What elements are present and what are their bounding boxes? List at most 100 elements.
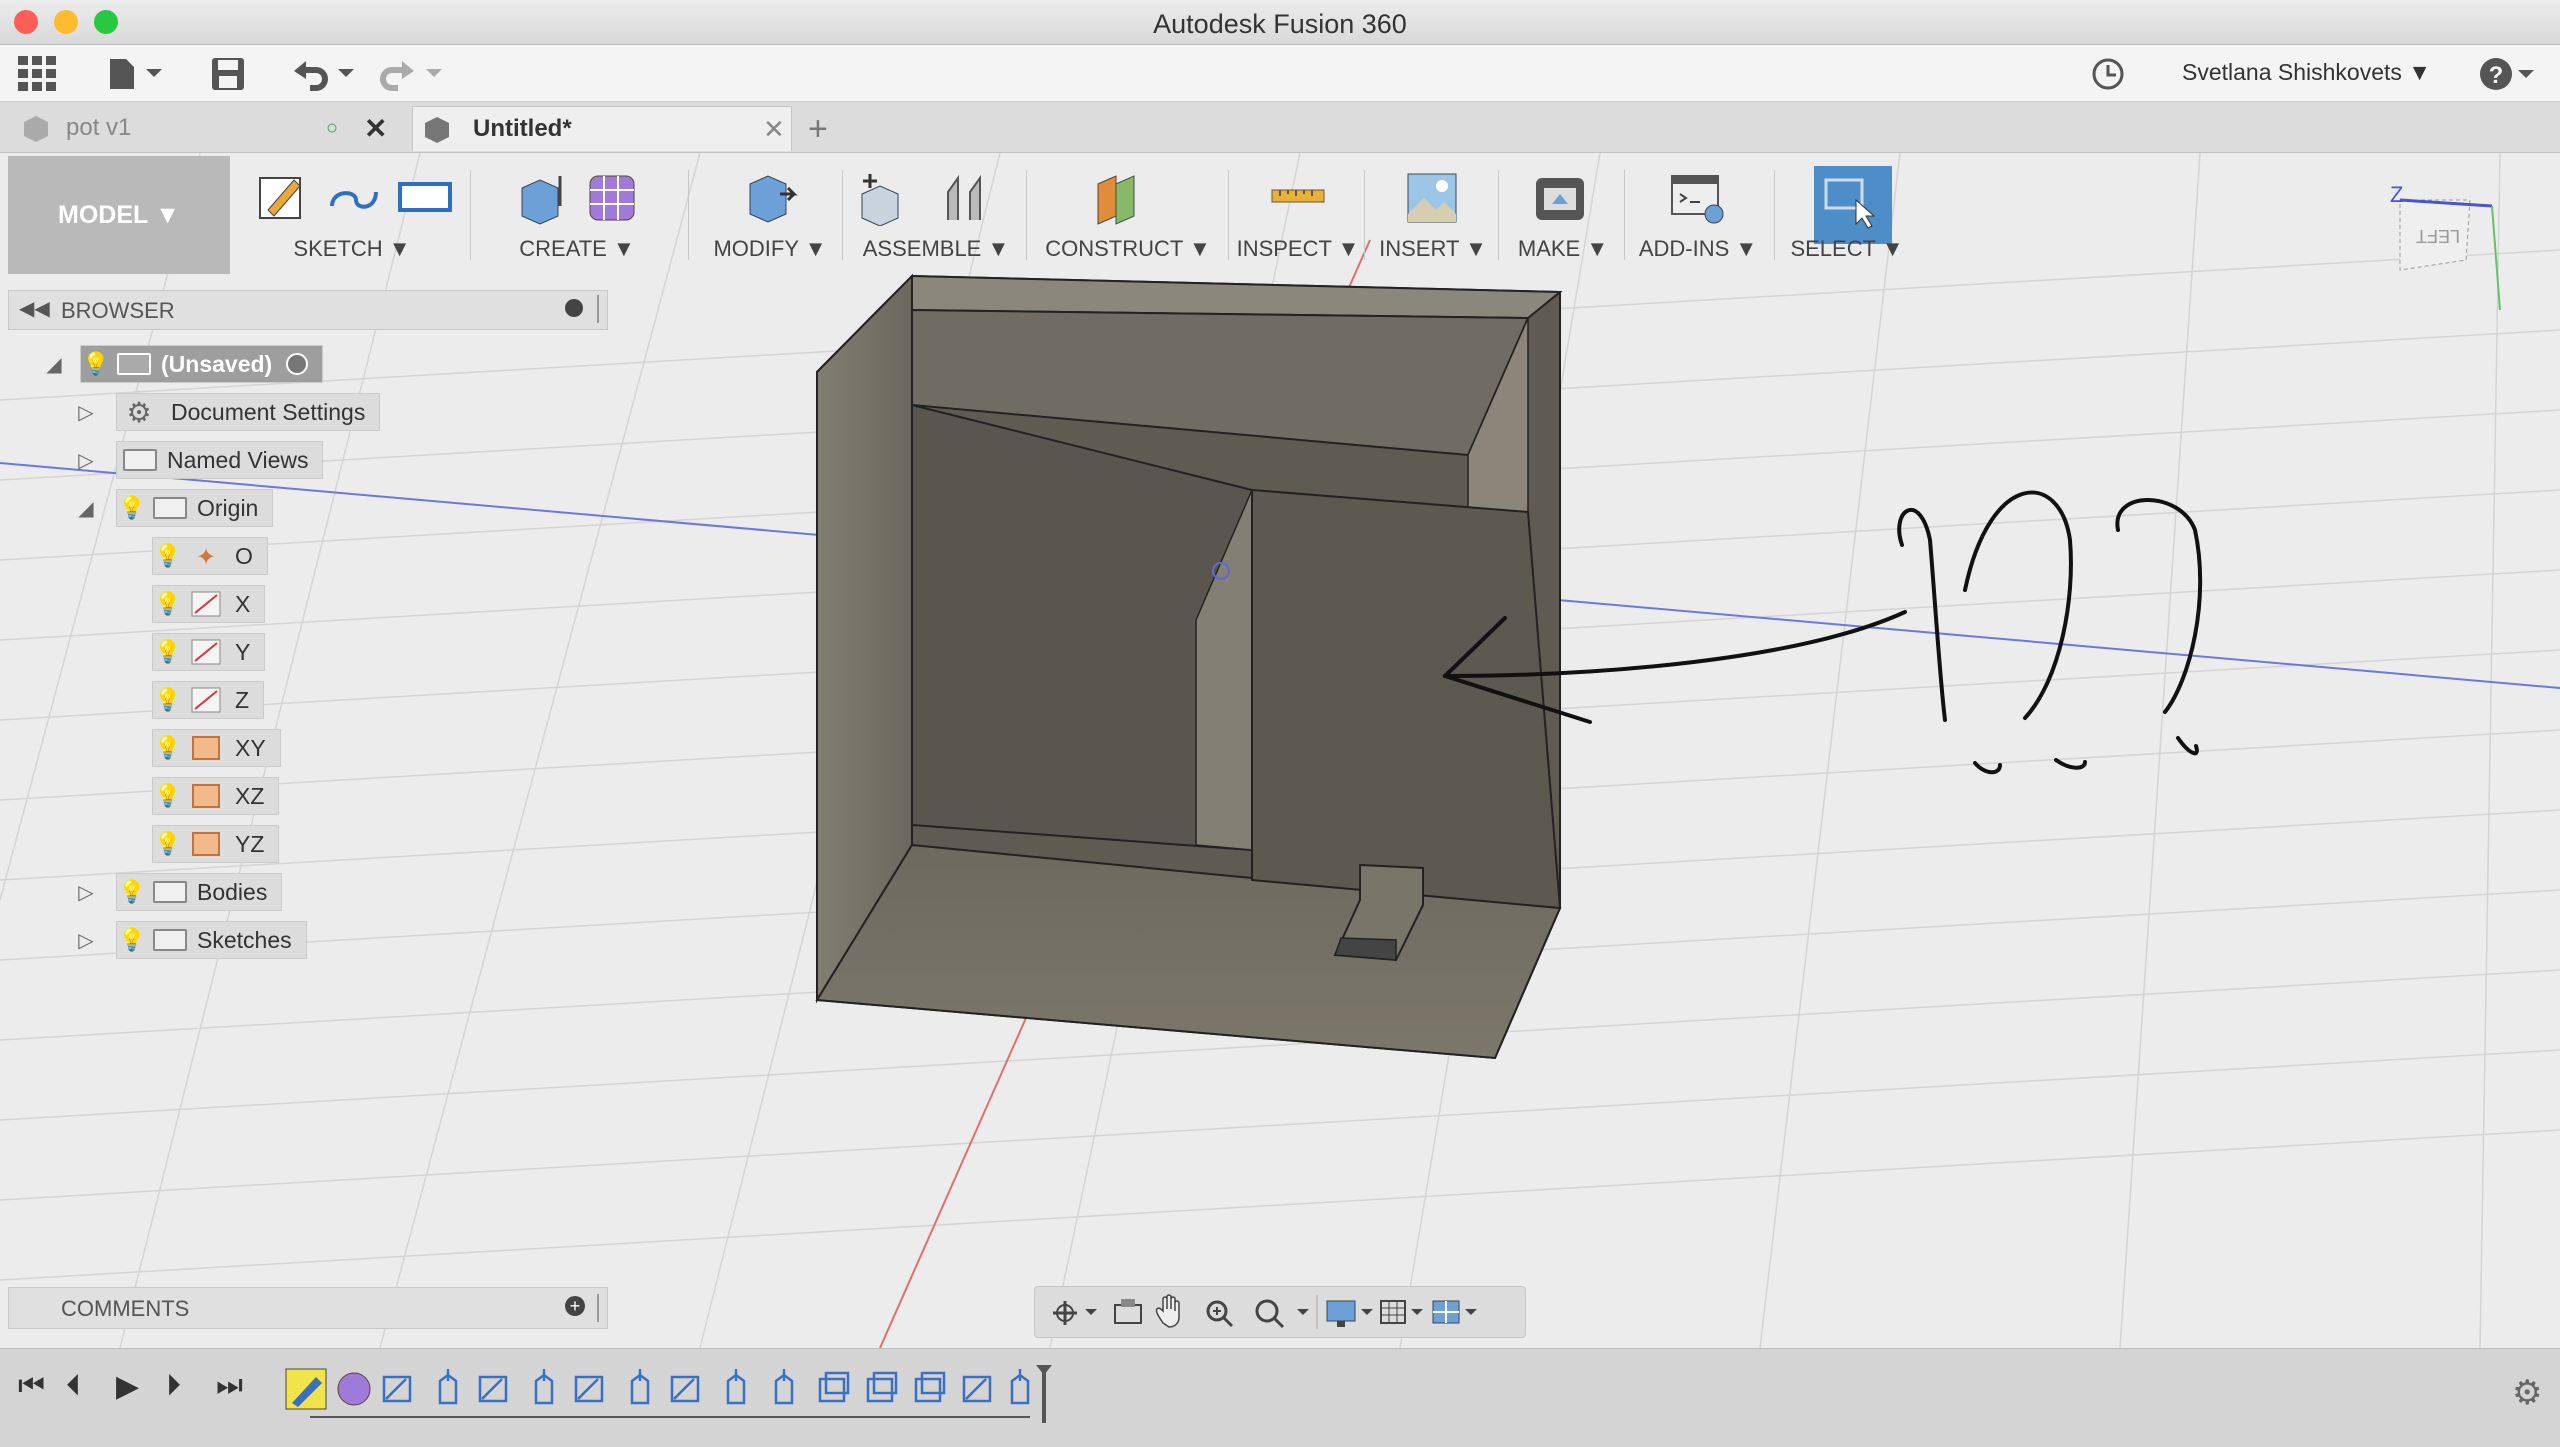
- bodies-node[interactable]: 💡 Bodies: [116, 873, 283, 911]
- tree-item-y-axis[interactable]: 💡 Y: [152, 633, 266, 671]
- visibility-bulb-icon[interactable]: 💡: [153, 783, 183, 809]
- tree-item-document-settings[interactable]: ▷ ⚙ Document Settings: [72, 393, 381, 431]
- expand-icon[interactable]: ▷: [72, 928, 100, 953]
- origin-point-node[interactable]: 💡 ✦ O: [152, 537, 268, 575]
- file-menu-icon[interactable]: [106, 57, 166, 91]
- insert-image-icon[interactable]: [1404, 170, 1460, 226]
- tree-item-z-axis[interactable]: 💡 Z: [152, 681, 265, 719]
- make-menu[interactable]: MAKE ▼: [1504, 236, 1622, 262]
- select-menu[interactable]: SELECT ▼: [1780, 236, 1914, 262]
- insert-group[interactable]: INSERT ▼: [1370, 156, 1496, 274]
- close-tab-icon[interactable]: ✕: [763, 114, 785, 145]
- extrude-icon[interactable]: [514, 170, 570, 226]
- visibility-bulb-icon[interactable]: 💡: [153, 543, 183, 569]
- origin-node[interactable]: 💡 Origin: [116, 489, 274, 527]
- undo-icon[interactable]: [290, 57, 360, 91]
- document-settings-node[interactable]: ⚙ Document Settings: [116, 393, 381, 431]
- timeline-features[interactable]: [280, 1363, 1080, 1433]
- panel-resize-handle[interactable]: [597, 295, 599, 323]
- x-axis-node[interactable]: 💡 X: [152, 585, 266, 623]
- workspace-switcher[interactable]: MODEL ▼: [8, 156, 230, 274]
- create-group[interactable]: CREATE ▼: [474, 156, 680, 274]
- scripts-icon[interactable]: [1670, 170, 1726, 226]
- line-icon[interactable]: [326, 170, 382, 226]
- add-ins-menu[interactable]: ADD-INS ▼: [1630, 236, 1766, 262]
- 3d-print-icon[interactable]: [1532, 170, 1588, 226]
- save-icon[interactable]: [210, 57, 246, 91]
- add-ins-group[interactable]: ADD-INS ▼: [1630, 156, 1766, 274]
- create-menu[interactable]: CREATE ▼: [474, 236, 680, 262]
- inspect-group[interactable]: INSPECT ▼: [1234, 156, 1362, 274]
- assemble-menu[interactable]: ASSEMBLE ▼: [848, 236, 1024, 262]
- data-panel-grid-icon[interactable]: [18, 56, 58, 91]
- close-tab-icon[interactable]: ✕: [364, 112, 387, 145]
- visibility-bulb-icon[interactable]: 💡: [117, 495, 147, 521]
- zoom-icon[interactable]: [1206, 1300, 1234, 1328]
- make-group[interactable]: MAKE ▼: [1504, 156, 1622, 274]
- tree-item-sketches[interactable]: ▷ 💡 Sketches: [72, 921, 307, 959]
- redo-icon[interactable]: [378, 57, 448, 91]
- timeline-last-icon[interactable]: ⏭: [216, 1369, 243, 1403]
- construct-group[interactable]: CONSTRUCT ▼: [1032, 156, 1224, 274]
- visibility-bulb-icon[interactable]: 💡: [153, 735, 183, 761]
- named-views-node[interactable]: Named Views: [116, 441, 324, 479]
- yz-plane-node[interactable]: 💡 YZ: [152, 825, 280, 863]
- sketches-node[interactable]: 💡 Sketches: [116, 921, 307, 959]
- modify-menu[interactable]: MODIFY ▼: [700, 236, 840, 262]
- tree-item-origin-point[interactable]: 💡 ✦ O: [152, 537, 268, 575]
- tree-item-x-axis[interactable]: 💡 X: [152, 585, 266, 623]
- visibility-bulb-icon[interactable]: 💡: [81, 351, 111, 377]
- xz-plane-node[interactable]: 💡 XZ: [152, 777, 280, 815]
- joint-icon[interactable]: [936, 170, 992, 226]
- new-tab-plus-icon[interactable]: +: [808, 110, 828, 149]
- zoom-window-icon[interactable]: [1255, 1299, 1309, 1329]
- pan-hand-icon[interactable]: [1155, 1294, 1180, 1328]
- timeline-play-icon[interactable]: ▶: [116, 1369, 139, 1404]
- rectangle-icon[interactable]: [396, 170, 452, 226]
- assemble-group[interactable]: ASSEMBLE ▼: [848, 156, 1024, 274]
- display-settings-icon[interactable]: [1326, 1300, 1373, 1327]
- visibility-bulb-icon[interactable]: 💡: [153, 591, 183, 617]
- browser-options-icon[interactable]: [565, 299, 583, 317]
- press-pull-icon[interactable]: [742, 170, 798, 226]
- construct-menu[interactable]: CONSTRUCT ▼: [1032, 236, 1224, 262]
- tree-root-unsaved[interactable]: ◢ 💡 (Unsaved): [40, 345, 324, 383]
- expand-icon[interactable]: ▷: [72, 448, 100, 473]
- look-at-icon[interactable]: [1114, 1299, 1142, 1324]
- tree-item-bodies[interactable]: ▷ 💡 Bodies: [72, 873, 283, 911]
- viewports-icon[interactable]: [1432, 1300, 1477, 1324]
- visibility-bulb-icon[interactable]: 💡: [117, 879, 147, 905]
- add-comment-icon[interactable]: +: [565, 1296, 585, 1316]
- z-axis-node[interactable]: 💡 Z: [152, 681, 265, 719]
- orbit-icon[interactable]: [1053, 1301, 1097, 1325]
- grid-settings-icon[interactable]: [1380, 1300, 1423, 1324]
- tab-pot-v1[interactable]: pot v1 ○ ✕: [8, 106, 404, 150]
- inspect-menu[interactable]: INSPECT ▼: [1234, 236, 1362, 262]
- sketch-menu[interactable]: SKETCH ▼: [240, 236, 464, 262]
- canvas-viewport[interactable]: [0, 153, 2560, 1348]
- tree-item-origin[interactable]: ◢ 💡 Origin: [72, 489, 274, 527]
- visibility-bulb-icon[interactable]: 💡: [117, 927, 147, 953]
- insert-menu[interactable]: INSERT ▼: [1370, 236, 1496, 262]
- timeline-previous-icon[interactable]: ⏴: [66, 1369, 81, 1403]
- tree-item-xy-plane[interactable]: 💡 XY: [152, 729, 281, 767]
- tree-item-yz-plane[interactable]: 💡 YZ: [152, 825, 280, 863]
- collapse-icon[interactable]: ◢: [40, 352, 68, 377]
- visibility-bulb-icon[interactable]: 💡: [153, 639, 183, 665]
- timeline-next-icon[interactable]: ⏵: [166, 1369, 181, 1403]
- modify-group[interactable]: MODIFY ▼: [700, 156, 840, 274]
- xy-plane-node[interactable]: 💡 XY: [152, 729, 281, 767]
- expand-icon[interactable]: ▷: [72, 400, 100, 425]
- tree-item-xz-plane[interactable]: 💡 XZ: [152, 777, 280, 815]
- sketch-group[interactable]: SKETCH ▼: [240, 156, 464, 274]
- viewcube[interactable]: Z LEFT: [2380, 180, 2520, 320]
- browser-panel-header[interactable]: ◀◀ BROWSER: [8, 290, 608, 330]
- timeline-first-icon[interactable]: ⏮: [18, 1369, 45, 1403]
- activate-radio-icon[interactable]: [286, 353, 309, 375]
- collapse-panel-icon[interactable]: ◀◀: [19, 296, 50, 321]
- select-cursor-icon[interactable]: [1822, 174, 1878, 230]
- tree-item-named-views[interactable]: ▷ Named Views: [72, 441, 324, 479]
- form-icon[interactable]: [584, 170, 640, 226]
- panel-resize-handle[interactable]: [597, 1294, 599, 1322]
- expand-icon[interactable]: ▷: [72, 880, 100, 905]
